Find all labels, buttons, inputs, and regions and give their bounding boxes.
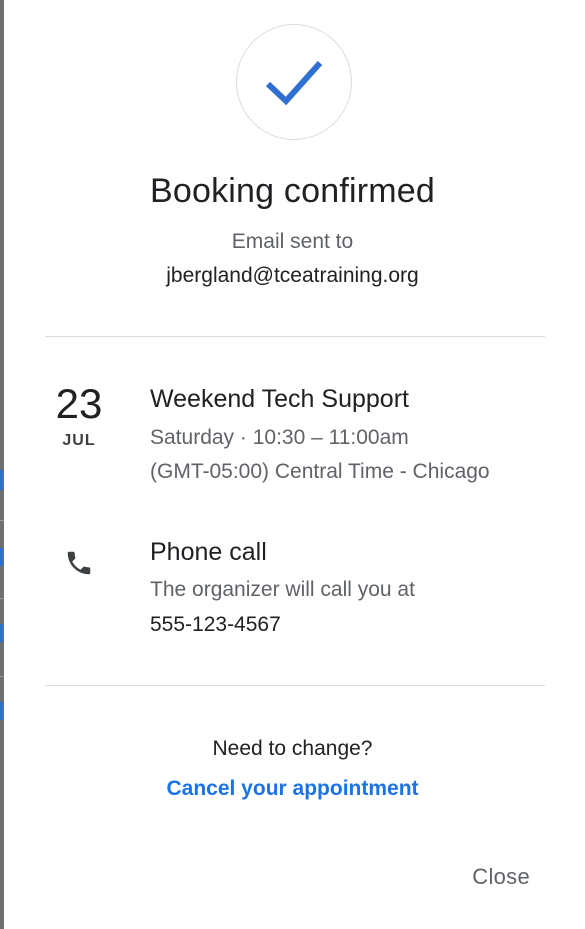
checkmark-icon	[265, 60, 323, 106]
background-divider	[0, 520, 4, 521]
background-divider	[0, 676, 4, 677]
call-phone-number: 555-123-4567	[150, 613, 281, 636]
background-link-mark	[0, 548, 3, 566]
cancel-appointment-link[interactable]: Cancel your appointment	[0, 777, 585, 801]
event-time: Saturday · 10:30 – 11:00am	[150, 426, 409, 449]
background-divider	[0, 598, 4, 599]
call-type-title: Phone call	[150, 538, 267, 566]
confirmation-title: Booking confirmed	[150, 172, 435, 210]
top-divider	[45, 336, 545, 337]
close-button[interactable]: Close	[472, 864, 530, 890]
event-title: Weekend Tech Support	[150, 385, 409, 413]
booking-confirmation-dialog: Booking confirmed Email sent to jberglan…	[0, 0, 585, 929]
event-month: JUL	[62, 432, 96, 449]
phone-icon	[67, 551, 91, 575]
need-to-change-label: Need to change?	[212, 737, 373, 760]
background-link-mark	[0, 702, 3, 720]
bottom-divider	[45, 685, 545, 686]
event-timezone: (GMT-05:00) Central Time - Chicago	[150, 460, 490, 483]
event-day: 23	[55, 380, 103, 427]
email-sent-label: Email sent to	[231, 230, 354, 253]
background-link-mark	[0, 624, 3, 642]
recipient-email: jbergland@tceatraining.org	[166, 264, 419, 287]
confirmed-check-icon	[236, 24, 352, 140]
call-description: The organizer will call you at	[150, 578, 415, 601]
background-link-mark	[0, 470, 3, 490]
